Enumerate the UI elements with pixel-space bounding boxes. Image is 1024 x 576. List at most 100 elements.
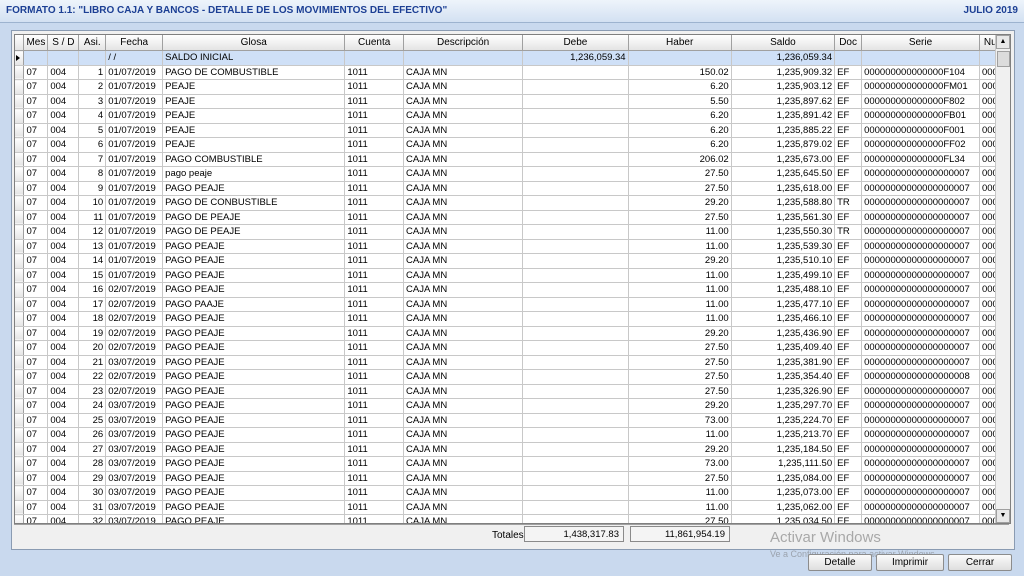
table-cell[interactable] — [522, 384, 629, 399]
table-cell[interactable]: 00000000000000000007 — [861, 427, 980, 443]
table-cell[interactable]: EF — [834, 369, 863, 385]
table-cell[interactable]: 6 — [78, 137, 107, 153]
table-cell[interactable]: 1,235,879.02 — [731, 137, 836, 153]
table-cell[interactable]: 01/07/2019 — [105, 65, 164, 80]
row-indicator[interactable] — [15, 50, 25, 66]
table-cell[interactable]: 004 — [47, 137, 80, 153]
table-cell[interactable]: EF — [834, 239, 863, 254]
table-cell[interactable]: 6.20 — [628, 108, 732, 124]
table-cell[interactable]: 29.20 — [628, 398, 732, 414]
table-cell[interactable]: 1011 — [344, 268, 405, 283]
table-cell[interactable]: 3 — [78, 94, 107, 109]
row-indicator[interactable] — [15, 384, 25, 399]
table-cell[interactable]: 07 — [23, 340, 49, 356]
table-cell[interactable] — [522, 268, 629, 283]
table-cell[interactable]: PAGO PEAJE — [162, 311, 346, 327]
table-cell[interactable]: CAJA MN — [403, 108, 524, 124]
row-indicator[interactable] — [15, 94, 25, 109]
table-cell[interactable]: 02/07/2019 — [105, 384, 164, 399]
table-cell[interactable]: 07 — [23, 442, 49, 457]
table-cell[interactable]: 11.00 — [628, 268, 732, 283]
column-header-doc[interactable]: Doc — [834, 35, 863, 51]
table-cell[interactable]: 004 — [47, 181, 80, 196]
table-cell[interactable]: EF — [834, 471, 863, 486]
table-cell[interactable]: 1,235,436.90 — [731, 326, 836, 341]
table-cell[interactable] — [344, 50, 405, 66]
table-cell[interactable]: 27 — [78, 442, 107, 457]
table-cell[interactable]: PAGO DE COMBUSTIBLE — [162, 65, 346, 80]
table-cell[interactable]: 1,235,561.30 — [731, 210, 836, 225]
table-cell[interactable]: 02/07/2019 — [105, 282, 164, 298]
table-cell[interactable]: 07 — [23, 79, 49, 95]
table-cell[interactable]: 00000000000000000007 — [861, 253, 980, 269]
table-cell[interactable]: 21 — [78, 355, 107, 370]
table-cell[interactable]: PEAJE — [162, 137, 346, 153]
table-cell[interactable]: 27.50 — [628, 181, 732, 196]
table-cell[interactable]: 07 — [23, 369, 49, 385]
table-cell[interactable]: 004 — [47, 326, 80, 341]
table-cell[interactable]: 1011 — [344, 485, 405, 501]
table-cell[interactable]: 00000000000000000007 — [861, 514, 980, 523]
table-cell[interactable]: 004 — [47, 65, 80, 80]
table-row[interactable]: 07 004 7 01/07/2019 PAGO COMBUSTIBLE 1011 CAJA… — [15, 152, 1010, 167]
table-cell[interactable]: TR — [834, 195, 863, 211]
table-cell[interactable]: 004 — [47, 79, 80, 95]
table-cell[interactable]: 1,235,488.10 — [731, 282, 836, 298]
table-cell[interactable]: 00000000000000000007 — [861, 485, 980, 501]
table-cell[interactable]: 07 — [23, 485, 49, 501]
table-cell[interactable]: 01/07/2019 — [105, 210, 164, 225]
table-cell[interactable]: 07 — [23, 108, 49, 124]
table-cell[interactable]: PAGO PEAJE — [162, 181, 346, 196]
table-cell[interactable]: 24 — [78, 398, 107, 414]
cerrar-button[interactable]: Cerrar — [948, 554, 1012, 571]
table-cell[interactable]: EF — [834, 326, 863, 341]
table-cell[interactable]: CAJA MN — [403, 137, 524, 153]
table-cell[interactable]: SALDO INICIAL — [162, 50, 346, 66]
table-cell[interactable]: EF — [834, 79, 863, 95]
table-cell[interactable]: 004 — [47, 456, 80, 472]
table-cell[interactable]: CAJA MN — [403, 369, 524, 385]
table-cell[interactable]: EF — [834, 152, 863, 167]
table-cell[interactable]: 004 — [47, 123, 80, 138]
table-cell[interactable]: 11.00 — [628, 427, 732, 443]
row-indicator[interactable] — [15, 282, 25, 298]
table-row[interactable]: 07 004 21 03/07/2019 PAGO PEAJE 1011 CAJA MN 27… — [15, 355, 1010, 370]
table-cell[interactable]: 00000000000000000008 — [861, 369, 980, 385]
table-cell[interactable]: 73.00 — [628, 413, 732, 428]
table-cell[interactable]: 1011 — [344, 427, 405, 443]
table-row[interactable]: 07 004 11 01/07/2019 PAGO DE PEAJE 1011 CAJA M… — [15, 210, 1010, 225]
table-cell[interactable]: 27.50 — [628, 210, 732, 225]
table-cell[interactable]: CAJA MN — [403, 253, 524, 269]
scrollbar-thumb[interactable] — [997, 51, 1010, 67]
table-cell[interactable]: 29.20 — [628, 195, 732, 211]
table-cell[interactable]: 5.50 — [628, 94, 732, 109]
table-cell[interactable]: 004 — [47, 195, 80, 211]
table-cell[interactable]: CAJA MN — [403, 427, 524, 443]
table-cell[interactable]: EF — [834, 340, 863, 356]
table-cell[interactable]: 07 — [23, 137, 49, 153]
table-cell[interactable]: 000000000000000FM01 — [861, 79, 980, 95]
row-indicator[interactable] — [15, 413, 25, 428]
row-indicator[interactable] — [15, 297, 25, 312]
table-cell[interactable] — [47, 50, 80, 66]
table-cell[interactable] — [522, 282, 629, 298]
table-cell[interactable]: 07 — [23, 326, 49, 341]
table-cell[interactable]: 07 — [23, 311, 49, 327]
table-cell[interactable] — [522, 253, 629, 269]
table-cell[interactable]: 07 — [23, 123, 49, 138]
table-cell[interactable] — [522, 210, 629, 225]
table-cell[interactable]: 1,235,224.70 — [731, 413, 836, 428]
table-cell[interactable]: CAJA MN — [403, 311, 524, 327]
table-cell[interactable]: CAJA MN — [403, 282, 524, 298]
table-cell[interactable]: EF — [834, 456, 863, 472]
table-cell[interactable] — [522, 297, 629, 312]
table-cell[interactable]: 07 — [23, 282, 49, 298]
table-cell[interactable]: 1011 — [344, 282, 405, 298]
table-cell[interactable]: 004 — [47, 369, 80, 385]
table-cell[interactable]: 1,235,062.00 — [731, 500, 836, 515]
table-cell[interactable]: 1,235,409.40 — [731, 340, 836, 356]
table-cell[interactable]: 000000000000000F104 — [861, 65, 980, 80]
table-cell[interactable]: CAJA MN — [403, 456, 524, 472]
table-row[interactable]: 07 004 32 03/07/2019 PAGO PEAJE 1011 CAJA MN 27… — [15, 514, 1010, 523]
table-cell[interactable]: PAGO PEAJE — [162, 239, 346, 254]
